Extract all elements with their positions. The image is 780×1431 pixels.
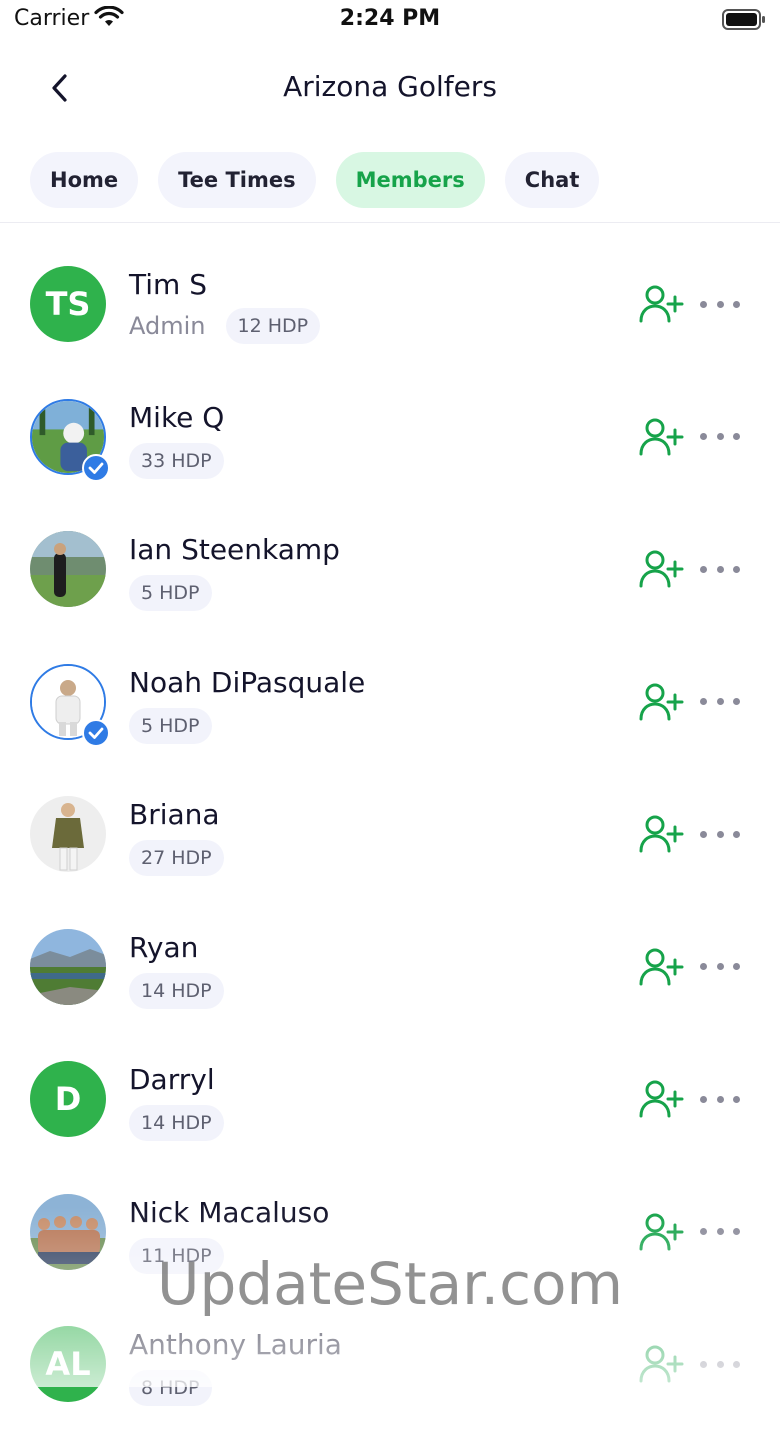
avatar-initials: TS: [45, 285, 91, 323]
tab-home[interactable]: Home: [30, 152, 139, 208]
tab-members[interactable]: Members: [335, 152, 485, 208]
member-row[interactable]: Nick Macaluso 11 HDP: [0, 1166, 780, 1299]
verified-icon: [82, 718, 110, 747]
member-meta: 5 HDP: [129, 575, 212, 611]
member-role: Admin: [129, 312, 206, 340]
verified-icon: [82, 453, 110, 482]
more-icon[interactable]: [700, 692, 740, 712]
member-meta: 11 HDP: [129, 1237, 224, 1274]
add-friend-icon[interactable]: [638, 1079, 684, 1119]
avatar: [30, 928, 106, 1005]
member-meta: 27 HDP: [129, 840, 224, 876]
member-name: Darryl: [129, 1063, 215, 1096]
tab-label: Members: [355, 168, 465, 192]
member-meta: 14 HDP: [129, 1105, 224, 1141]
more-icon[interactable]: [700, 824, 740, 844]
handicap-badge: 11 HDP: [129, 1237, 224, 1274]
battery-icon: [722, 9, 766, 35]
more-icon[interactable]: [700, 559, 740, 579]
more-icon[interactable]: [700, 957, 740, 977]
handicap-badge: 27 HDP: [129, 840, 224, 876]
more-icon[interactable]: [700, 294, 740, 314]
handicap-badge: 12 HDP: [225, 308, 321, 344]
add-friend-icon[interactable]: [638, 1212, 684, 1252]
member-row[interactable]: Noah DiPasquale 5 HDP: [0, 636, 780, 769]
tab-chat[interactable]: Chat: [504, 152, 600, 208]
handicap-badge: 14 HDP: [129, 1105, 224, 1141]
member-name: Nick Macaluso: [129, 1195, 330, 1229]
more-icon[interactable]: [700, 427, 740, 447]
avatar: [30, 531, 106, 607]
add-friend-icon[interactable]: [638, 284, 684, 324]
add-friend-icon[interactable]: [638, 549, 684, 589]
tab-tee-times[interactable]: Tee Times: [158, 152, 316, 208]
member-row[interactable]: Ryan 14 HDP: [0, 901, 780, 1034]
tab-label: Chat: [524, 168, 580, 192]
status-time: 2:24 PM: [339, 6, 441, 31]
handicap-badge: 5 HDP: [129, 575, 212, 611]
avatar-initials: AL: [45, 1345, 91, 1383]
status-bar: Carrier 2:24 PM: [0, 0, 780, 44]
page-title: Arizona Golfers: [283, 70, 497, 103]
member-name: Ian Steenkamp: [129, 533, 340, 566]
more-icon[interactable]: [700, 1354, 740, 1374]
avatar-initials: D: [54, 1080, 82, 1118]
member-row[interactable]: Mike Q 33 HDP: [0, 371, 780, 504]
add-friend-icon[interactable]: [638, 417, 684, 457]
member-meta: 8 HDP: [129, 1370, 212, 1406]
handicap-badge: 14 HDP: [129, 972, 224, 1009]
avatar: D: [30, 1061, 106, 1137]
member-row[interactable]: AL Anthony Lauria 8 HDP: [0, 1298, 780, 1431]
member-name: Anthony Lauria: [129, 1328, 342, 1361]
add-friend-icon[interactable]: [638, 1344, 684, 1384]
member-name: Ryan: [129, 930, 199, 964]
add-friend-icon[interactable]: [638, 682, 684, 722]
nav-bar: Arizona Golfers: [0, 52, 780, 124]
handicap-badge: 8 HDP: [129, 1370, 212, 1406]
handicap-badge: 33 HDP: [129, 442, 224, 479]
member-name: Briana: [129, 798, 220, 831]
member-meta: Admin 12 HDP: [129, 308, 321, 344]
member-row[interactable]: TS Tim S Admin 12 HDP: [0, 238, 780, 371]
avatar: [30, 796, 106, 872]
handicap-badge: 5 HDP: [129, 707, 212, 744]
member-list: TS Tim S Admin 12 HDP Mike Q 33 HDP Ian …: [0, 238, 780, 1431]
member-meta: 33 HDP: [129, 442, 224, 479]
add-friend-icon[interactable]: [638, 814, 684, 854]
divider: [0, 222, 780, 223]
avatar: AL: [30, 1326, 106, 1402]
more-icon[interactable]: [700, 1222, 740, 1242]
tab-bar: Home Tee Times Members Chat: [30, 152, 600, 208]
member-row[interactable]: D Darryl 14 HDP: [0, 1033, 780, 1166]
avatar: [30, 1193, 106, 1270]
member-name: Noah DiPasquale: [129, 665, 366, 699]
avatar: TS: [30, 266, 106, 342]
member-meta: 14 HDP: [129, 972, 224, 1009]
member-name: Mike Q: [129, 400, 225, 434]
more-icon[interactable]: [700, 1089, 740, 1109]
member-row[interactable]: Ian Steenkamp 5 HDP: [0, 503, 780, 636]
member-meta: 5 HDP: [129, 707, 212, 744]
tab-label: Home: [50, 168, 119, 192]
member-row[interactable]: Briana 27 HDP: [0, 768, 780, 901]
tab-label: Tee Times: [178, 168, 296, 192]
member-name: Tim S: [129, 268, 207, 301]
add-friend-icon[interactable]: [638, 947, 684, 987]
